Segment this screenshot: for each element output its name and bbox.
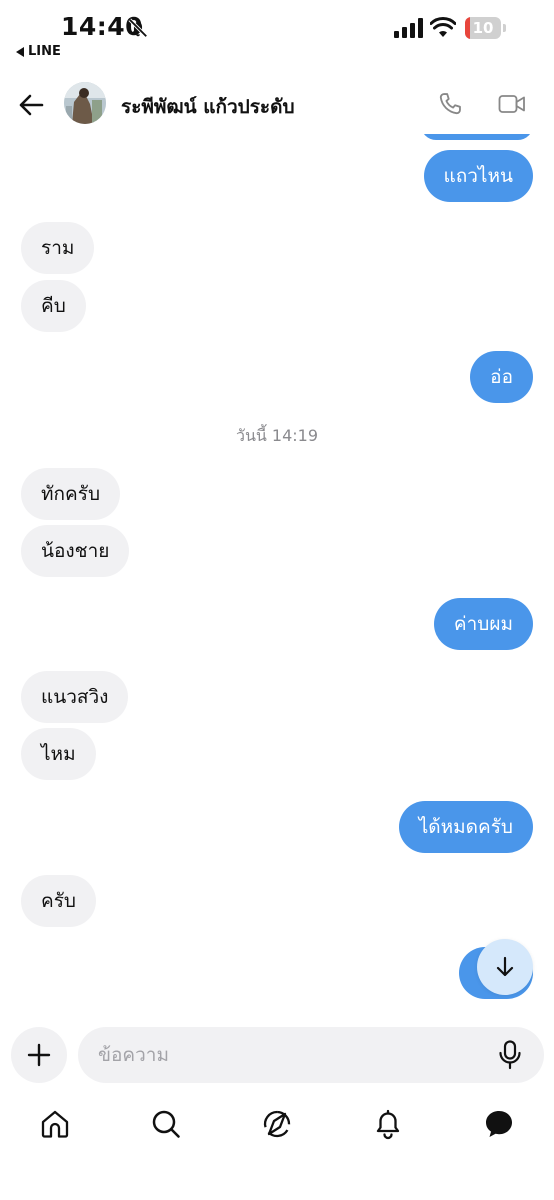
search-icon[interactable] (150, 1108, 182, 1140)
message-bubble-incoming[interactable]: ครับ (21, 875, 96, 927)
status-bar: 14:40 LINE 10 (0, 0, 554, 70)
message-bubble-outgoing[interactable]: อ่อ (470, 351, 533, 403)
message-bubble-partial (421, 134, 533, 140)
message-composer (0, 1024, 554, 1084)
video-camera-icon[interactable] (498, 92, 526, 116)
message-bubble-outgoing[interactable]: แถวไหน (423, 150, 533, 202)
message-bubble-incoming[interactable]: ราม (21, 222, 95, 274)
scroll-to-bottom-button[interactable] (477, 939, 533, 995)
plus-icon (27, 1043, 51, 1067)
compass-icon[interactable] (261, 1108, 293, 1140)
microphone-icon[interactable] (497, 1040, 523, 1070)
bell-icon[interactable] (372, 1108, 404, 1140)
message-bubble-incoming[interactable]: ทักครับ (21, 468, 121, 520)
cellular-signal-icon (394, 18, 423, 38)
message-input[interactable] (78, 1027, 544, 1083)
home-icon[interactable] (39, 1108, 71, 1140)
avatar[interactable] (64, 82, 106, 124)
arrow-down-icon (496, 956, 514, 977)
back-to-app-link[interactable]: LINE (16, 44, 61, 59)
message-list[interactable]: แถวไหน ราม คีบ อ่อ วันนี้ 14:19 ทักครับ … (0, 134, 554, 1014)
wifi-icon (430, 17, 456, 37)
add-attachment-button[interactable] (11, 1027, 67, 1083)
back-triangle-icon (16, 46, 24, 57)
avatar-photo (64, 82, 106, 124)
bell-muted-icon (128, 18, 148, 38)
chat-bubble-icon[interactable] (483, 1108, 515, 1140)
phone-icon[interactable] (437, 91, 463, 117)
message-bubble-outgoing[interactable]: ค่าบผม (433, 598, 533, 650)
message-bubble-incoming[interactable]: ไหม (21, 728, 96, 780)
battery-level-text: 10 (472, 19, 494, 37)
contact-name[interactable]: ระพีพัฒน์ แก้วประดับ (121, 92, 295, 122)
message-bubble-incoming[interactable]: แนวสวิง (21, 671, 129, 723)
message-bubble-outgoing[interactable]: ได้หมดครับ (398, 801, 533, 853)
message-bubble-incoming[interactable]: น้องชาย (21, 525, 130, 577)
tab-bar (0, 1098, 554, 1158)
date-separator: วันนี้ 14:19 (235, 426, 319, 445)
chat-header: ระพีพัฒน์ แก้วประดับ (0, 76, 554, 134)
battery-indicator: 10 (465, 17, 507, 39)
back-arrow-icon[interactable] (18, 92, 44, 118)
message-bubble-incoming[interactable]: คีบ (21, 280, 86, 332)
back-app-label: LINE (28, 44, 61, 59)
